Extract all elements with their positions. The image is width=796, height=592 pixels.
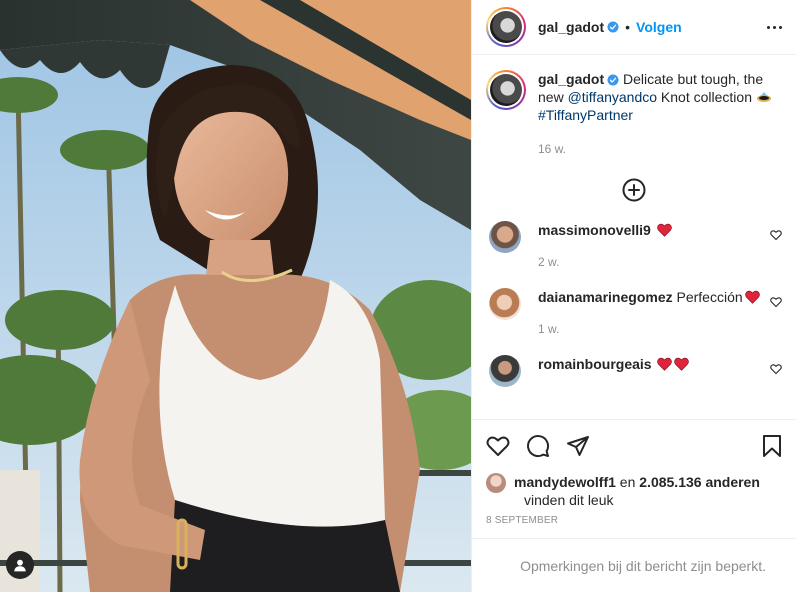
comment-timestamp[interactable]: 2 w. — [538, 255, 672, 269]
heart-outline-icon — [486, 436, 510, 456]
post-header: gal_gadot • Volgen — [472, 0, 796, 55]
liker-username[interactable]: mandydewolff1 — [514, 474, 616, 490]
ring-emoji — [756, 92, 771, 102]
caption-avatar[interactable] — [486, 70, 526, 110]
likes-connector: en — [619, 474, 636, 490]
likes-summary: mandydewolff1 en 2.085.136 anderen vinde… — [486, 473, 782, 509]
comment-avatar[interactable] — [489, 288, 521, 320]
comment-button[interactable] — [526, 434, 550, 458]
comment-item: massimonovelli9 2 w. — [486, 221, 782, 269]
comments-list[interactable]: gal_gadot Delicate but tough, the new @t… — [472, 56, 796, 419]
comment-username[interactable]: daianamarinegomez — [538, 289, 673, 305]
post-actions-area: mandydewolff1 en 2.085.136 anderen vinde… — [472, 419, 796, 526]
comment-username[interactable]: romainbourgeais — [538, 356, 652, 372]
user-tag-icon — [14, 559, 26, 572]
author-username[interactable]: gal_gadot — [538, 19, 604, 35]
heart-emoji — [674, 357, 690, 371]
plus-circle-icon — [622, 178, 646, 202]
heart-emoji — [656, 223, 672, 237]
post-side-panel: gal_gadot • Volgen gal_gadot Delicate bu… — [471, 0, 796, 592]
caption-timestamp[interactable]: 16 w. — [538, 140, 773, 158]
action-bar — [486, 420, 782, 472]
verified-icon — [607, 74, 619, 86]
verified-icon — [607, 21, 619, 33]
comment-item: romainbourgeais — [486, 355, 782, 387]
save-button[interactable] — [762, 434, 782, 458]
comment-avatar[interactable] — [489, 221, 521, 253]
comment-text: Perfección — [676, 289, 743, 305]
post-caption: gal_gadot Delicate but tough, the new @t… — [486, 70, 782, 158]
caption-mention-link[interactable]: @tiffanyandco — [568, 89, 657, 105]
caption-text-2: Knot collection — [657, 89, 756, 105]
share-button[interactable] — [566, 434, 590, 458]
heart-emoji — [744, 290, 760, 304]
heart-emoji — [657, 357, 673, 371]
heart-outline-icon[interactable] — [770, 296, 782, 308]
caption-username[interactable]: gal_gadot — [538, 71, 604, 87]
post-dialog: gal_gadot • Volgen gal_gadot Delicate bu… — [0, 0, 796, 592]
heart-outline-icon[interactable] — [770, 363, 782, 375]
comment-username[interactable]: massimonovelli9 — [538, 222, 651, 238]
follow-button[interactable]: Volgen — [636, 19, 682, 35]
load-more-comments-button[interactable] — [622, 178, 646, 202]
share-icon — [567, 436, 589, 456]
like-button[interactable] — [486, 435, 510, 457]
caption-hashtag-link[interactable]: #TiffanyPartner — [538, 107, 633, 123]
comment-timestamp[interactable]: 1 w. — [538, 322, 760, 336]
photo-illustration — [0, 0, 471, 592]
post-date[interactable]: 8 SEPTEMBER — [486, 515, 782, 526]
post-photo[interactable] — [0, 0, 471, 592]
liker-avatar[interactable] — [486, 473, 506, 493]
comment-item: daianamarinegomez Perfección 1 w. — [486, 288, 782, 336]
more-icon[interactable] — [767, 20, 782, 35]
comments-restricted-text: Opmerkingen bij dit bericht zijn beperkt… — [520, 557, 766, 574]
comments-restricted-notice: Opmerkingen bij dit bericht zijn beperkt… — [472, 538, 796, 592]
likes-count-link[interactable]: 2.085.136 anderen — [639, 474, 760, 490]
comment-avatar[interactable] — [489, 355, 521, 387]
heart-outline-icon[interactable] — [770, 229, 782, 241]
author-avatar[interactable] — [486, 7, 526, 47]
likes-suffix: vinden dit leuk — [524, 492, 614, 508]
header-separator: • — [625, 19, 631, 35]
bookmark-icon — [763, 435, 781, 457]
comment-icon — [527, 435, 550, 458]
user-tag-button[interactable] — [6, 551, 34, 579]
